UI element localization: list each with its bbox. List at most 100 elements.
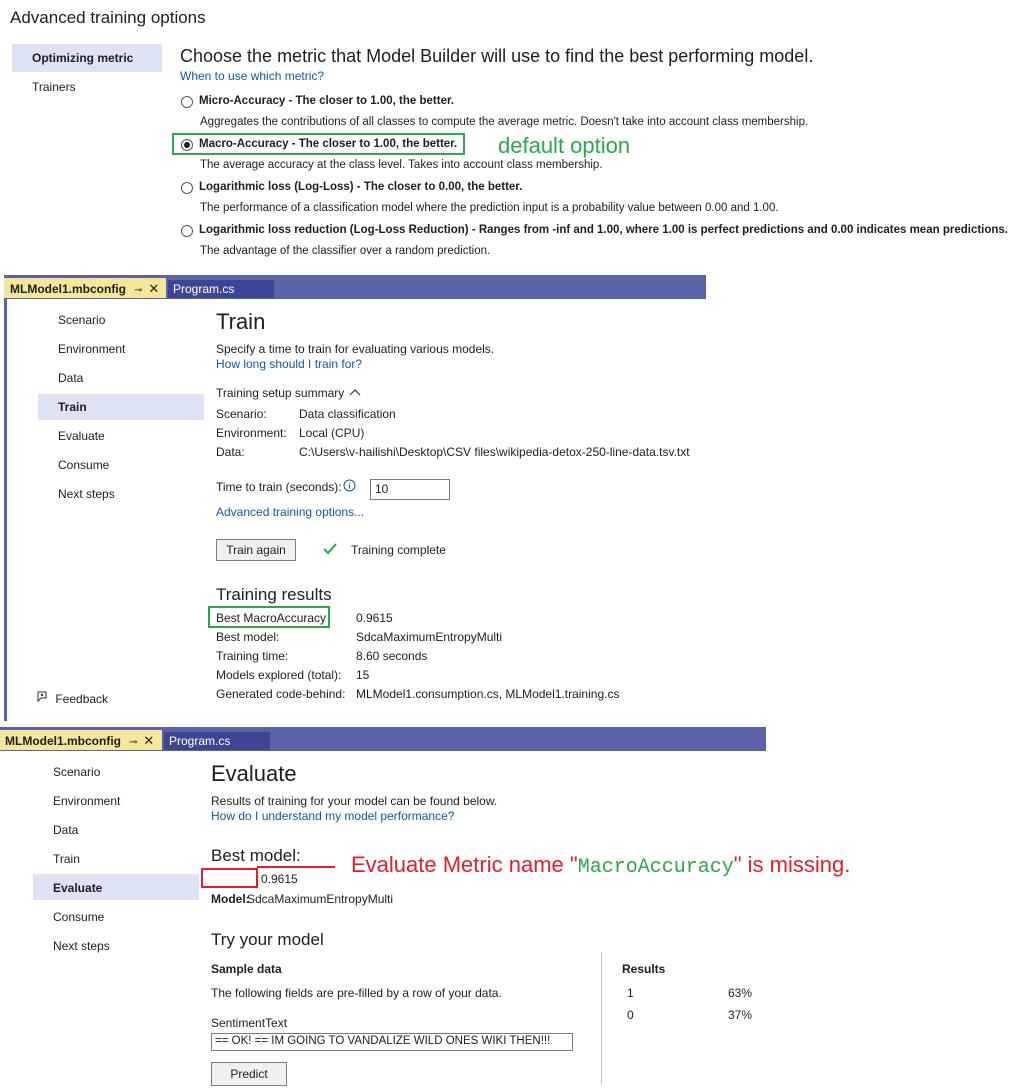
option-description: Aggregates the contributions of all clas… xyxy=(200,116,809,128)
summary-key: Scenario: xyxy=(216,407,267,421)
annotation-default-option: default option xyxy=(498,133,631,158)
metric-value: 0.9615 xyxy=(261,872,298,886)
result-value: 8.60 seconds xyxy=(356,649,428,663)
summary-key: Environment: xyxy=(216,426,287,440)
result-label: 0 xyxy=(627,1008,634,1022)
metric-help-link[interactable]: When to use which metric? xyxy=(180,69,324,83)
nav-scenario[interactable]: Scenario xyxy=(58,313,105,327)
annotation-prefix: Evaluate Metric name " xyxy=(351,852,578,877)
checkmark-icon xyxy=(322,542,338,561)
train-description: Specify a time to train for evaluating v… xyxy=(216,342,495,356)
try-model-title: Try your model xyxy=(211,930,324,949)
result-key: Best MacroAccuracy xyxy=(216,611,327,625)
training-status: Training complete xyxy=(351,543,446,557)
time-label: Time to train (seconds): xyxy=(216,480,342,494)
summary-label: Training setup summary xyxy=(216,386,345,400)
nav-next-steps[interactable]: Next steps xyxy=(58,487,115,501)
result-key: Models explored (total): xyxy=(216,668,342,682)
feedback-label: Feedback xyxy=(55,692,109,706)
advanced-options-link[interactable]: Advanced training options... xyxy=(216,505,364,519)
nav-train[interactable]: Train xyxy=(53,852,80,866)
results-title: Results xyxy=(622,962,666,976)
evaluate-description: Results of training for your model can b… xyxy=(211,794,498,808)
tab-mlmodel-mbconfig[interactable]: MLModel1.mbconfig ⊸ ✕ xyxy=(4,278,166,298)
summary-value: Data classification xyxy=(299,407,396,421)
nav-data[interactable]: Data xyxy=(58,371,83,385)
annotation-line xyxy=(257,866,335,868)
annotation-code: MacroAccuracy xyxy=(577,856,734,879)
dialog-title: Advanced training options xyxy=(10,8,206,27)
sample-data-label: Sample data xyxy=(211,962,282,976)
nav-item-optimizing-metric[interactable]: Optimizing metric xyxy=(32,51,133,65)
sample-description: The following fields are pre-filled by a… xyxy=(211,986,502,1000)
annotation-missing-metric: Evaluate Metric name "MacroAccuracy" is … xyxy=(351,852,850,879)
train-again-button[interactable]: Train again xyxy=(216,539,296,561)
predict-button[interactable]: Predict xyxy=(211,1062,287,1086)
option-label[interactable]: Micro-Accuracy - The closer to 1.00, the… xyxy=(199,95,454,107)
option-description: The performance of a classification mode… xyxy=(200,202,779,214)
result-value: SdcaMaximumEntropyMulti xyxy=(356,630,503,644)
train-help-link[interactable]: How long should I train for? xyxy=(216,357,362,371)
result-label: 1 xyxy=(627,986,634,1000)
radio-log-loss[interactable] xyxy=(181,182,193,194)
summary-key: Data: xyxy=(216,445,245,459)
result-value: 37% xyxy=(728,1008,753,1022)
summary-toggle[interactable]: Training setup summary xyxy=(216,386,362,400)
result-key: Generated code-behind: xyxy=(216,687,346,701)
option-description: The average accuracy at the class level.… xyxy=(200,159,603,171)
nav-environment[interactable]: Environment xyxy=(53,794,120,808)
result-value: 0.9615 xyxy=(356,611,393,625)
tab-label: MLModel1.mbconfig xyxy=(5,734,121,748)
time-input[interactable]: 10 xyxy=(370,479,450,500)
nav-next-steps[interactable]: Next steps xyxy=(53,939,110,953)
feedback-icon xyxy=(36,691,52,706)
highlight-box xyxy=(172,133,465,155)
field-label: SentimentText xyxy=(211,1016,288,1030)
result-value: 15 xyxy=(356,668,370,682)
feedback-button[interactable]: Feedback xyxy=(36,690,108,706)
nav-consume[interactable]: Consume xyxy=(53,910,104,924)
nav-item-trainers[interactable]: Trainers xyxy=(32,80,76,94)
nav-data[interactable]: Data xyxy=(53,823,78,837)
best-model-title: Best model: xyxy=(211,846,301,865)
results-divider xyxy=(601,952,602,1084)
radio-micro-accuracy[interactable] xyxy=(181,96,193,108)
radio-log-loss-reduction[interactable] xyxy=(181,225,193,237)
summary-value: Local (CPU) xyxy=(299,426,365,440)
tab-program-cs[interactable]: Program.cs xyxy=(168,280,274,298)
tab-mlmodel-mbconfig[interactable]: MLModel1.mbconfig ⊸ ✕ xyxy=(0,730,162,750)
annotation-suffix: " is missing. xyxy=(733,852,851,877)
option-label[interactable]: Logarithmic loss reduction (Log-Loss Red… xyxy=(199,224,1008,236)
pin-icon[interactable]: ⊸ xyxy=(129,737,137,748)
tab-program-cs[interactable]: Program.cs xyxy=(164,732,270,750)
nav-evaluate[interactable]: Evaluate xyxy=(53,881,102,895)
close-icon[interactable]: ✕ xyxy=(143,733,154,748)
page-title: Evaluate xyxy=(211,761,297,786)
close-icon[interactable]: ✕ xyxy=(148,281,159,296)
tab-label: MLModel1.mbconfig xyxy=(10,282,126,296)
summary-value: C:\Users\v-hailishi\Desktop\CSV files\wi… xyxy=(299,445,690,459)
nav-evaluate[interactable]: Evaluate xyxy=(58,429,105,443)
result-value: MLModel1.consumption.cs, MLModel1.traini… xyxy=(356,687,620,701)
result-key: Best model: xyxy=(216,630,280,644)
sentiment-text-input[interactable]: == OK! == IM GOING TO VANDALIZE WILD ONE… xyxy=(211,1033,573,1051)
results-title: Training results xyxy=(216,585,332,604)
option-label[interactable]: Logarithmic loss (Log-Loss) - The closer… xyxy=(199,181,522,193)
nav-train[interactable]: Train xyxy=(58,400,87,414)
nav-environment[interactable]: Environment xyxy=(58,342,125,356)
model-value: SdcaMaximumEntropyMulti xyxy=(247,892,394,906)
chevron-up-icon xyxy=(348,386,362,400)
nav-consume[interactable]: Consume xyxy=(58,458,109,472)
result-value: 63% xyxy=(728,986,753,1000)
info-icon[interactable] xyxy=(343,479,356,497)
metric-heading: Choose the metric that Model Builder wil… xyxy=(180,46,814,66)
evaluate-help-link[interactable]: How do I understand my model performance… xyxy=(211,809,454,823)
pin-icon[interactable]: ⊸ xyxy=(134,285,142,296)
frame-border xyxy=(4,299,7,721)
option-description: The advantage of the classifier over a r… xyxy=(200,245,491,257)
missing-metric-box xyxy=(201,868,258,888)
result-key: Training time: xyxy=(216,649,289,663)
page-title: Train xyxy=(216,309,266,334)
nav-scenario[interactable]: Scenario xyxy=(53,765,100,779)
model-key: Model: xyxy=(211,892,250,906)
